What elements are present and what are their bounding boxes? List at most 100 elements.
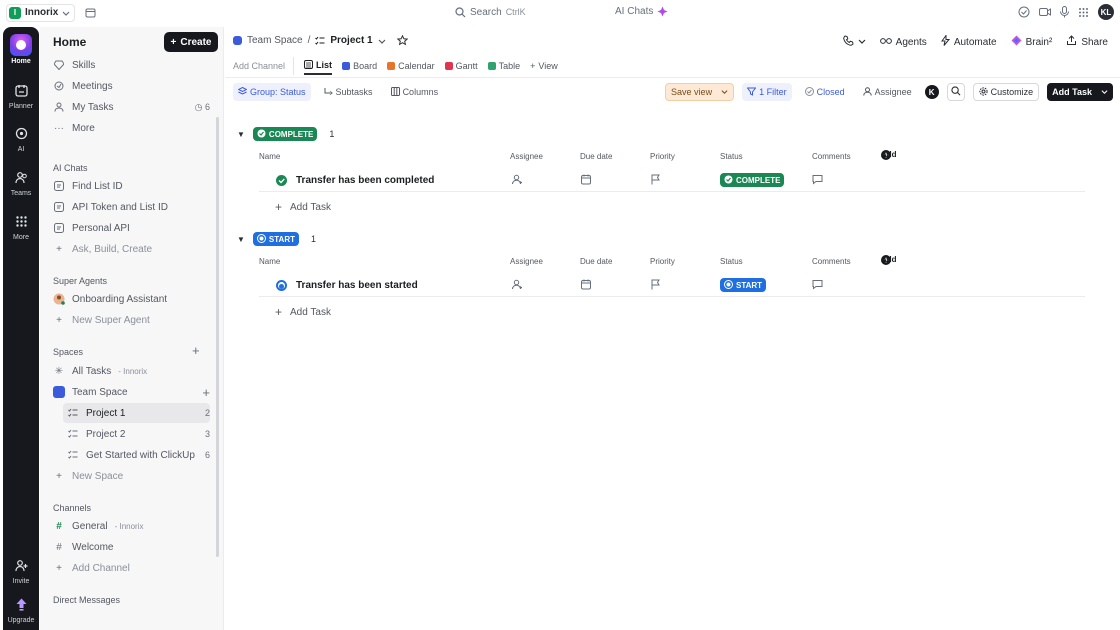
group-by-status-button[interactable]: Group: Status <box>233 83 311 101</box>
grid-apps-icon[interactable] <box>1078 7 1089 18</box>
project-count: 6 <box>204 450 210 460</box>
tab-add-channel[interactable]: Add Channel <box>233 57 295 75</box>
agents-icon <box>879 37 892 48</box>
ai-chat-item[interactable]: Find List ID <box>53 176 210 196</box>
assignee-icon[interactable] <box>511 279 522 293</box>
rail-upgrade[interactable]: Upgrade <box>3 593 39 624</box>
super-agent-item[interactable]: Onboarding Assistant <box>53 289 210 309</box>
rail-invite[interactable]: Invite <box>3 554 39 585</box>
customize-button[interactable]: Customize <box>972 83 1040 101</box>
column-headers: Name Assignee Due date Priority Status C… <box>259 150 1119 166</box>
comment-icon[interactable] <box>812 174 823 188</box>
ai-chat-item[interactable]: Personal API <box>53 218 210 238</box>
table-row[interactable]: Transfer has been completed COMPLETE <box>259 170 1085 192</box>
task-name[interactable]: Transfer has been started <box>296 280 418 291</box>
subtasks-button[interactable]: Subtasks <box>319 83 378 101</box>
rail-teams[interactable]: Teams <box>3 166 39 197</box>
complete-status-icon[interactable] <box>276 175 287 186</box>
task-status-badge[interactable]: COMPLETE <box>720 173 785 187</box>
assignee-filter-button[interactable]: Assignee <box>858 83 917 101</box>
breadcrumb-separator: / <box>307 35 311 46</box>
chevron-down-icon[interactable] <box>378 37 386 45</box>
tab-table[interactable]: Table <box>487 57 520 75</box>
breadcrumb-project[interactable]: Project 1 <box>330 35 372 46</box>
channel-item-welcome[interactable]: # Welcome <box>53 537 210 557</box>
rail-invite-label: Invite <box>12 578 30 585</box>
add-task-button[interactable]: Add Task <box>1047 83 1113 101</box>
due-date-icon[interactable] <box>581 174 592 188</box>
filter-button[interactable]: 1 Filter <box>742 83 792 101</box>
phone-button[interactable] <box>842 35 866 49</box>
sidebar-item-meetings[interactable]: Meetings <box>53 76 210 96</box>
add-column-button[interactable]: + Add <box>881 255 897 265</box>
new-super-agent-button[interactable]: + New Super Agent <box>53 310 210 330</box>
team-space-icon <box>53 386 65 398</box>
brain-button[interactable]: Brain² <box>1011 35 1052 49</box>
comment-icon[interactable] <box>812 279 823 293</box>
list-toolbar: Group: Status Subtasks Columns Save view… <box>233 83 1113 103</box>
workspace-switcher[interactable]: I Innorix <box>6 3 76 22</box>
tab-board[interactable]: Board <box>342 57 377 75</box>
add-task-row[interactable]: + Add Task <box>275 200 331 214</box>
ask-build-create-button[interactable]: + Ask, Build, Create <box>53 239 210 259</box>
search-tasks-button[interactable] <box>946 83 965 101</box>
user-avatar[interactable]: KL <box>1098 4 1114 20</box>
sidebar-item-team-space[interactable]: Team Space + <box>53 382 210 402</box>
add-task-row[interactable]: + Add Task <box>275 305 331 319</box>
channel-item-general[interactable]: # General - Innorix <box>53 516 210 536</box>
rail-more[interactable]: More <box>3 210 39 241</box>
sidebar-item-my-tasks[interactable]: My Tasks ◷ 6 <box>53 97 210 117</box>
new-space-button[interactable]: + New Space <box>53 466 210 486</box>
sidebar-item-more[interactable]: ··· More <box>53 118 210 138</box>
closed-toggle[interactable]: Closed <box>800 83 850 101</box>
check-circle-icon[interactable] <box>1018 6 1030 18</box>
assignee-avatar[interactable]: K <box>924 85 939 99</box>
group-header-complete[interactable]: ▼ COMPLETE 1 <box>237 127 334 141</box>
task-status-badge[interactable]: START <box>720 278 767 292</box>
sidebar-item-project-2[interactable]: Project 2 3 <box>63 424 210 444</box>
sidebar-item-get-started[interactable]: Get Started with ClickUp 6 <box>63 445 210 465</box>
sidebar-item-skills[interactable]: Skills <box>53 55 210 75</box>
priority-flag-icon[interactable] <box>651 174 661 188</box>
task-name[interactable]: Transfer has been completed <box>296 175 434 186</box>
tab-list[interactable]: List <box>304 57 333 75</box>
video-icon[interactable] <box>1039 7 1051 17</box>
save-view-button[interactable]: Save view <box>665 83 735 101</box>
sidebar-item-all-tasks[interactable]: ✳ All Tasks - Innorix <box>53 361 210 381</box>
start-status-icon[interactable] <box>276 280 287 291</box>
workspace-logo: I <box>9 6 21 19</box>
table-row[interactable]: Transfer has been started START <box>259 275 1085 297</box>
column-priority: Priority <box>650 257 675 266</box>
star-icon[interactable] <box>396 35 408 46</box>
create-button[interactable]: + Create <box>164 32 218 52</box>
ai-chats-button[interactable]: AI Chats <box>615 6 668 17</box>
tab-calendar[interactable]: Calendar <box>387 57 435 75</box>
due-date-icon[interactable] <box>581 279 592 293</box>
agents-button[interactable]: Agents <box>879 37 927 48</box>
ai-chat-item[interactable]: API Token and List ID <box>53 197 210 217</box>
share-button[interactable]: Share <box>1066 35 1108 49</box>
add-column-button[interactable]: + Add <box>881 150 897 160</box>
tab-gantt[interactable]: Gantt <box>444 57 478 75</box>
add-space-plus-icon[interactable]: + <box>192 343 200 358</box>
rail-ai[interactable]: AI <box>3 122 39 153</box>
plus-icon: + <box>275 305 283 319</box>
rail-planner[interactable]: Planner <box>3 79 39 110</box>
priority-flag-icon[interactable] <box>651 279 661 293</box>
sidebar-item-project-1[interactable]: Project 1 2 <box>63 403 210 423</box>
workspace-name: Innorix <box>25 7 59 18</box>
columns-button[interactable]: Columns <box>386 83 444 101</box>
automate-button[interactable]: Automate <box>940 33 997 49</box>
rail-home[interactable]: Home <box>3 34 39 65</box>
add-to-space-plus-icon[interactable]: + <box>202 385 210 400</box>
sidebar-scrollbar[interactable] <box>216 117 219 557</box>
sidebar-item-label: Meetings <box>72 80 113 92</box>
microphone-icon[interactable] <box>1060 6 1069 18</box>
breadcrumb-space[interactable]: Team Space <box>247 35 303 46</box>
tab-add-view[interactable]: + View <box>530 57 558 75</box>
search-icon <box>951 86 961 98</box>
assignee-icon[interactable] <box>511 174 522 188</box>
group-header-start[interactable]: ▼ START 1 <box>237 232 316 246</box>
calendar-icon[interactable] <box>85 7 96 18</box>
add-channel-button[interactable]: + Add Channel <box>53 558 210 578</box>
